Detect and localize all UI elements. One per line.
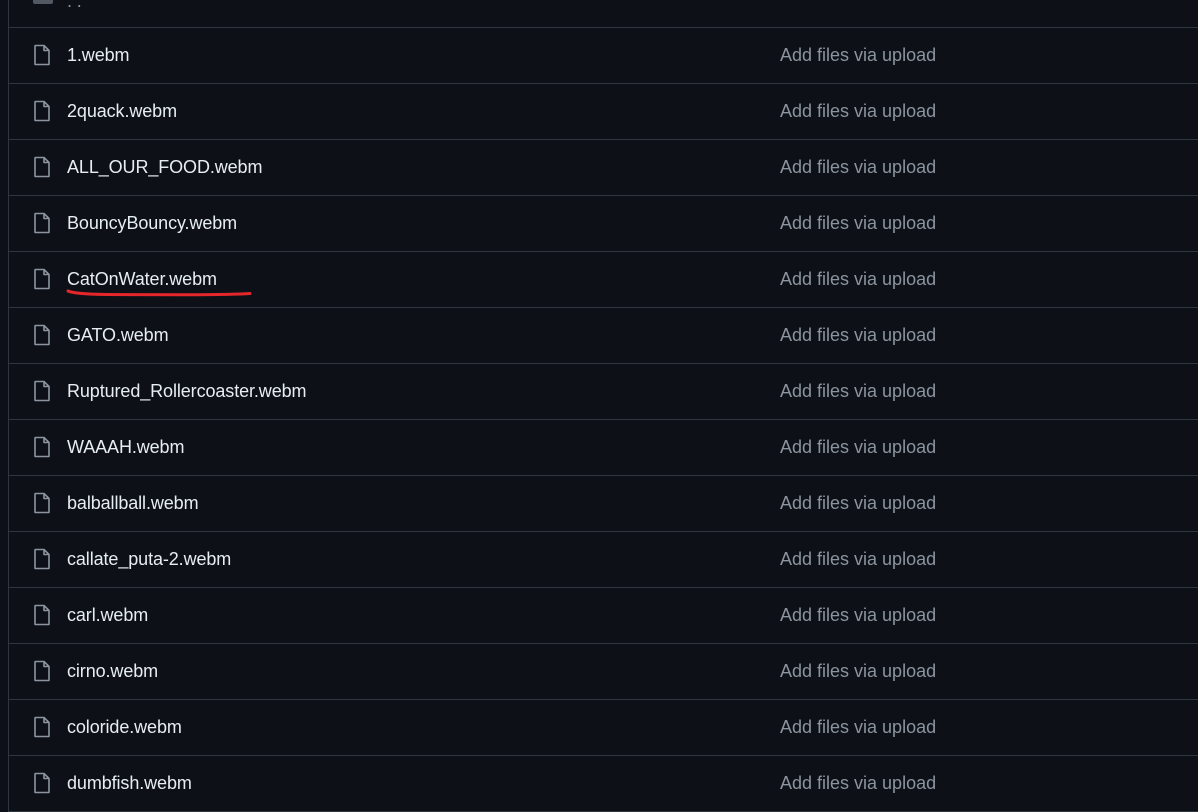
file-name-link[interactable]: cirno.webm — [67, 644, 158, 699]
commit-message-link[interactable]: Add files via upload — [780, 476, 936, 531]
file-row[interactable]: 1.webm Add files via upload — [9, 28, 1198, 84]
file-row[interactable]: ALL_OUR_FOOD.webm Add files via upload — [9, 140, 1198, 196]
file-name-link[interactable]: dumbfish.webm — [67, 756, 192, 811]
file-name-link[interactable]: CatOnWater.webm — [67, 252, 217, 307]
file-name-link[interactable]: BouncyBouncy.webm — [67, 196, 237, 251]
file-name-link[interactable]: balballball.webm — [67, 476, 199, 531]
file-name-link[interactable]: GATO.webm — [67, 308, 169, 363]
file-list: . . 1.webm Add files via upload 2quack.web… — [8, 0, 1198, 812]
commit-message-link[interactable]: Add files via upload — [780, 364, 936, 419]
file-icon — [34, 772, 50, 794]
folder-icon — [33, 0, 53, 4]
file-row[interactable]: callate_puta-2.webm Add files via upload — [9, 532, 1198, 588]
file-row[interactable]: WAAAH.webm Add files via upload — [9, 420, 1198, 476]
file-icon — [34, 156, 50, 178]
file-icon — [34, 268, 50, 290]
commit-message-link[interactable]: Add files via upload — [780, 588, 936, 643]
file-name-link[interactable]: callate_puta-2.webm — [67, 532, 231, 587]
file-icon — [34, 716, 50, 738]
file-row[interactable]: CatOnWater.webm Add files via upload — [9, 252, 1198, 308]
file-name-link[interactable]: 2quack.webm — [67, 84, 177, 139]
file-row[interactable]: cirno.webm Add files via upload — [9, 644, 1198, 700]
file-name-link[interactable]: 1.webm — [67, 28, 130, 83]
file-icon — [34, 100, 50, 122]
parent-directory-link[interactable]: . . — [67, 0, 82, 29]
file-row[interactable]: coloride.webm Add files via upload — [9, 700, 1198, 756]
commit-message-link[interactable]: Add files via upload — [780, 252, 936, 307]
commit-message-link[interactable]: Add files via upload — [780, 308, 936, 363]
file-icon — [34, 604, 50, 626]
file-row[interactable]: Ruptured_Rollercoaster.webm Add files via… — [9, 364, 1198, 420]
file-icon — [34, 380, 50, 402]
parent-directory-row[interactable]: . . — [9, 0, 1198, 28]
file-icon — [34, 548, 50, 570]
file-row[interactable]: GATO.webm Add files via upload — [9, 308, 1198, 364]
file-row[interactable]: balballball.webm Add files via upload — [9, 476, 1198, 532]
commit-message-link[interactable]: Add files via upload — [780, 28, 936, 83]
file-row[interactable]: carl.webm Add files via upload — [9, 588, 1198, 644]
commit-message-link[interactable]: Add files via upload — [780, 644, 936, 699]
commit-message-link[interactable]: Add files via upload — [780, 700, 936, 755]
file-name-link[interactable]: carl.webm — [67, 588, 148, 643]
commit-message-link[interactable]: Add files via upload — [780, 532, 936, 587]
commit-message-link[interactable]: Add files via upload — [780, 756, 936, 811]
file-icon — [34, 436, 50, 458]
file-name-link[interactable]: Ruptured_Rollercoaster.webm — [67, 364, 307, 419]
commit-message-link[interactable]: Add files via upload — [780, 84, 936, 139]
file-name-link[interactable]: coloride.webm — [67, 700, 182, 755]
file-row[interactable]: 2quack.webm Add files via upload — [9, 84, 1198, 140]
file-icon — [34, 212, 50, 234]
commit-message-link[interactable]: Add files via upload — [780, 140, 936, 195]
file-name-link[interactable]: WAAAH.webm — [67, 420, 184, 475]
file-icon — [34, 492, 50, 514]
file-icon — [34, 44, 50, 66]
commit-message-link[interactable]: Add files via upload — [780, 196, 936, 251]
commit-message-link[interactable]: Add files via upload — [780, 420, 936, 475]
file-row[interactable]: dumbfish.webm Add files via upload — [9, 756, 1198, 812]
file-icon — [34, 660, 50, 682]
file-icon — [34, 324, 50, 346]
file-name-link[interactable]: ALL_OUR_FOOD.webm — [67, 140, 262, 195]
file-row[interactable]: BouncyBouncy.webm Add files via upload — [9, 196, 1198, 252]
